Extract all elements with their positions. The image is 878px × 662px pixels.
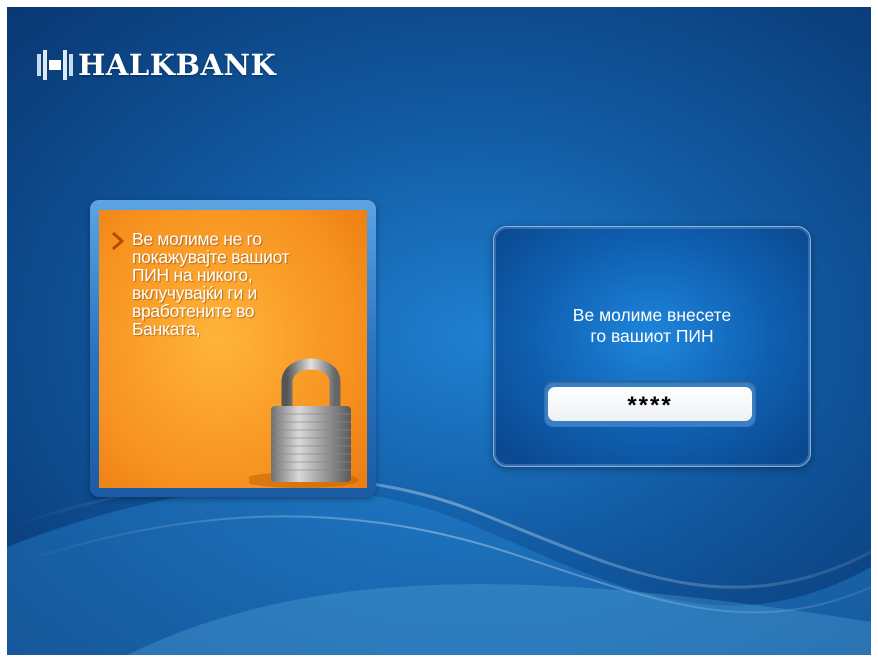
brand-name: HALKBANK — [78, 48, 277, 82]
pin-entry-panel: Ве молиме внесете го вашиот ПИН **** — [493, 226, 811, 467]
pin-input[interactable]: **** — [548, 387, 752, 421]
pin-warning-card: Ве молиме не го покажувајте вашиот ПИН н… — [99, 210, 367, 488]
pin-prompt: Ве молиме внесете го вашиот ПИН — [572, 305, 732, 346]
atm-screen: HALKBANK Ве молиме не го покажувајте ваш… — [7, 7, 871, 655]
brand: HALKBANK — [36, 47, 276, 83]
padlock-icon — [249, 358, 359, 488]
pin-warning-box: Ве молиме не го покажувајте вашиот ПИН н… — [90, 200, 376, 497]
pin-input-frame: **** — [544, 381, 756, 427]
chevron-right-icon — [112, 232, 124, 250]
halkbank-logo-icon — [37, 50, 73, 80]
pin-warning-text: Ве молиме не го покажувајте вашиот ПИН н… — [132, 229, 290, 339]
